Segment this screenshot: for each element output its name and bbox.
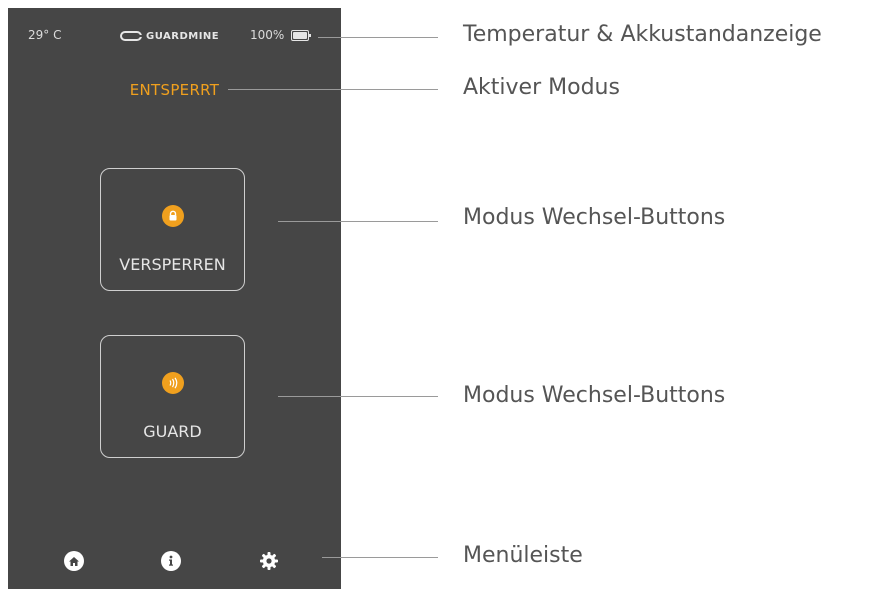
callout-mode: Aktiver Modus <box>463 75 620 100</box>
callout-status: Temperatur & Akkustandanzeige <box>463 22 822 47</box>
lock-mode-button[interactable]: VERSPERREN <box>100 168 245 291</box>
callout-line-button-2 <box>278 396 438 397</box>
lock-mode-label: VERSPERREN <box>119 255 226 274</box>
guardmine-logo-icon <box>120 31 142 41</box>
battery-percentage: 100% <box>250 28 285 42</box>
home-icon[interactable] <box>64 551 84 571</box>
app-screen: 29° C GUARDMINE 100% ENTSPERRT VERSPERRE… <box>8 8 341 589</box>
active-mode-label: ENTSPERRT <box>129 81 220 99</box>
guard-mode-button[interactable]: GUARD <box>100 335 245 458</box>
callout-line-menu <box>322 557 438 558</box>
callout-line-button-1 <box>278 221 438 222</box>
nfc-icon <box>162 372 184 394</box>
info-icon[interactable] <box>161 551 181 571</box>
brand-logo: GUARDMINE <box>120 29 219 43</box>
temperature-readout: 29° C <box>28 28 62 42</box>
callout-line-mode <box>228 89 438 90</box>
battery-icon <box>291 29 312 41</box>
brand-name: GUARDMINE <box>146 30 220 42</box>
callout-line-status <box>318 37 438 38</box>
callout-buttons-2: Modus Wechsel-Buttons <box>463 383 726 408</box>
lock-icon <box>162 205 184 227</box>
battery-status: 100% <box>250 28 312 42</box>
callout-buttons-1: Modus Wechsel-Buttons <box>463 205 726 230</box>
guard-mode-label: GUARD <box>143 422 202 441</box>
gear-icon[interactable] <box>259 551 279 571</box>
menu-bar <box>8 543 341 577</box>
callout-menu: Menüleiste <box>463 543 583 568</box>
